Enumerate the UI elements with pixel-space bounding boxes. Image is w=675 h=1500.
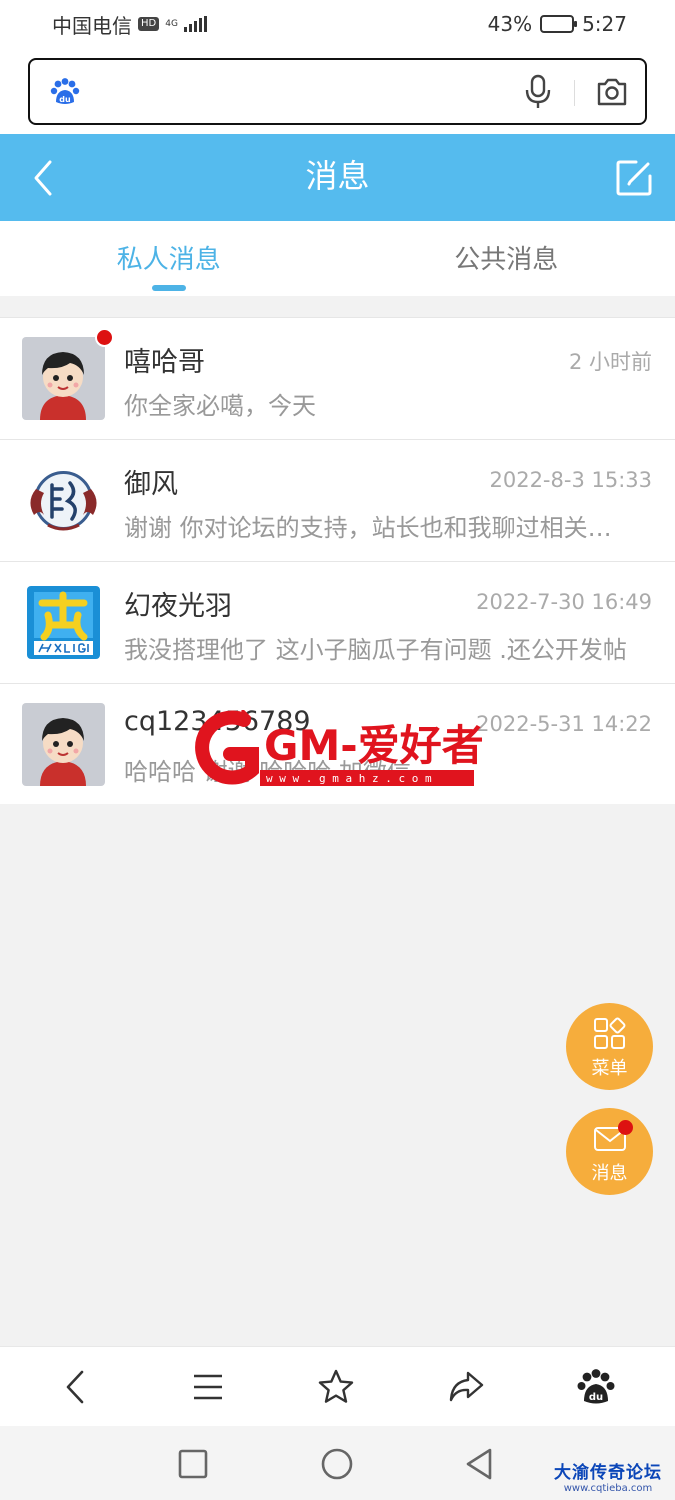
unread-badge bbox=[618, 1120, 633, 1135]
cartoon-boy-avatar-icon bbox=[22, 337, 105, 420]
status-right: 43% 5:27 bbox=[488, 12, 627, 36]
search-divider bbox=[574, 80, 575, 106]
message-item[interactable]: 幻夜光羽 2022-7-30 16:49 我没搭理他了 这小子脑瓜子有问题 .还… bbox=[0, 562, 675, 684]
star-icon[interactable] bbox=[316, 1367, 356, 1407]
status-left: 中国电信 HD 4G bbox=[52, 10, 488, 39]
message-item[interactable]: 御风 2022-8-3 15:33 谢谢 你对论坛的支持，站长也和我聊过相关情况 bbox=[0, 440, 675, 562]
tab-public-messages[interactable]: 公共消息 bbox=[338, 221, 675, 296]
tab-private-messages[interactable]: 私人消息 bbox=[0, 221, 338, 296]
search-box[interactable]: du bbox=[28, 58, 647, 125]
network-type: 4G bbox=[165, 18, 178, 29]
recent-apps-icon[interactable] bbox=[175, 1446, 211, 1482]
battery-icon bbox=[540, 15, 578, 33]
message-tabs: 私人消息 公共消息 bbox=[0, 221, 675, 296]
messages-fab-button[interactable]: 消息 bbox=[566, 1108, 653, 1195]
hd-badge: HD bbox=[138, 17, 160, 31]
home-icon[interactable] bbox=[319, 1446, 355, 1482]
grid-menu-icon bbox=[594, 1017, 626, 1049]
baidu-logo-text: du bbox=[59, 95, 71, 104]
menu-icon[interactable] bbox=[188, 1367, 228, 1407]
tab-label: 私人消息 bbox=[116, 245, 221, 275]
message-preview: 你全家必噶，今天 bbox=[124, 392, 316, 420]
sender-name: 御风 bbox=[124, 469, 178, 500]
message-item[interactable]: 嘻哈哥 2 小时前 你全家必噶，今天 bbox=[0, 318, 675, 440]
cartoon-boy-avatar-icon bbox=[22, 703, 105, 786]
clock: 5:27 bbox=[582, 12, 627, 36]
back-triangle-icon[interactable] bbox=[462, 1446, 498, 1482]
watermark-url: w w w . g m a h z . c o m bbox=[266, 772, 432, 785]
forum-watermark-title: 大渝传奇论坛 bbox=[554, 1463, 662, 1483]
sender-name: 嘻哈哥 bbox=[124, 347, 205, 378]
menu-fab-button[interactable]: 菜单 bbox=[566, 1003, 653, 1090]
carrier-name: 中国电信 bbox=[52, 13, 132, 38]
battery-percent: 43% bbox=[487, 12, 533, 36]
messages-fab-label: 消息 bbox=[591, 1163, 628, 1184]
avatar[interactable] bbox=[22, 459, 105, 542]
baidu-paw-icon[interactable]: du bbox=[50, 77, 80, 107]
forum-watermark-url: www.cqtieba.com bbox=[563, 1483, 653, 1494]
message-time: 2 小时前 bbox=[568, 350, 652, 374]
avatar[interactable] bbox=[22, 581, 105, 664]
message-preview: 我没搭理他了 这小子脑瓜子有问题 .还公开发帖 bbox=[124, 636, 627, 664]
back-arrow-icon[interactable] bbox=[56, 1367, 96, 1407]
menu-fab-label: 菜单 bbox=[591, 1058, 628, 1079]
signal-icon bbox=[183, 16, 207, 32]
avatar[interactable] bbox=[22, 328, 114, 420]
watermark-brand: GM-爱好者 bbox=[264, 721, 482, 770]
unread-badge bbox=[95, 328, 114, 347]
baidu-logo-text: du bbox=[589, 1392, 603, 1403]
sender-name: 幻夜光羽 bbox=[124, 591, 232, 622]
gm-watermark-logo: GM-爱好者 w w w . g m a h z . c o m bbox=[195, 710, 482, 786]
message-time: 2022-5-31 14:22 bbox=[476, 712, 652, 736]
camera-icon[interactable] bbox=[595, 76, 629, 108]
message-preview: 谢谢 你对论坛的支持，站长也和我聊过相关情况 bbox=[124, 514, 634, 542]
status-bar: 中国电信 HD 4G 43% 5:27 bbox=[0, 0, 675, 48]
baidu-paw-icon[interactable]: du bbox=[576, 1367, 616, 1407]
hxlight-logo-avatar-icon bbox=[22, 581, 105, 664]
tab-label: 公共消息 bbox=[454, 245, 559, 275]
seal-emblem-avatar-icon bbox=[22, 459, 105, 542]
share-icon[interactable] bbox=[446, 1367, 486, 1407]
avatar[interactable] bbox=[22, 703, 105, 786]
page-title: 消息 bbox=[305, 157, 370, 195]
search-input[interactable] bbox=[92, 70, 522, 114]
browser-address-bar: du bbox=[0, 48, 675, 134]
microphone-icon[interactable] bbox=[523, 74, 553, 110]
forum-watermark: 大渝传奇论坛 www.cqtieba.com bbox=[548, 1458, 668, 1494]
compose-icon[interactable] bbox=[614, 158, 654, 198]
browser-toolbar: du bbox=[0, 1346, 675, 1426]
message-time: 2022-7-30 16:49 bbox=[476, 590, 652, 614]
message-time: 2022-8-3 15:33 bbox=[489, 468, 652, 492]
active-tab-indicator bbox=[151, 285, 186, 291]
page-header: 消息 bbox=[0, 134, 675, 221]
